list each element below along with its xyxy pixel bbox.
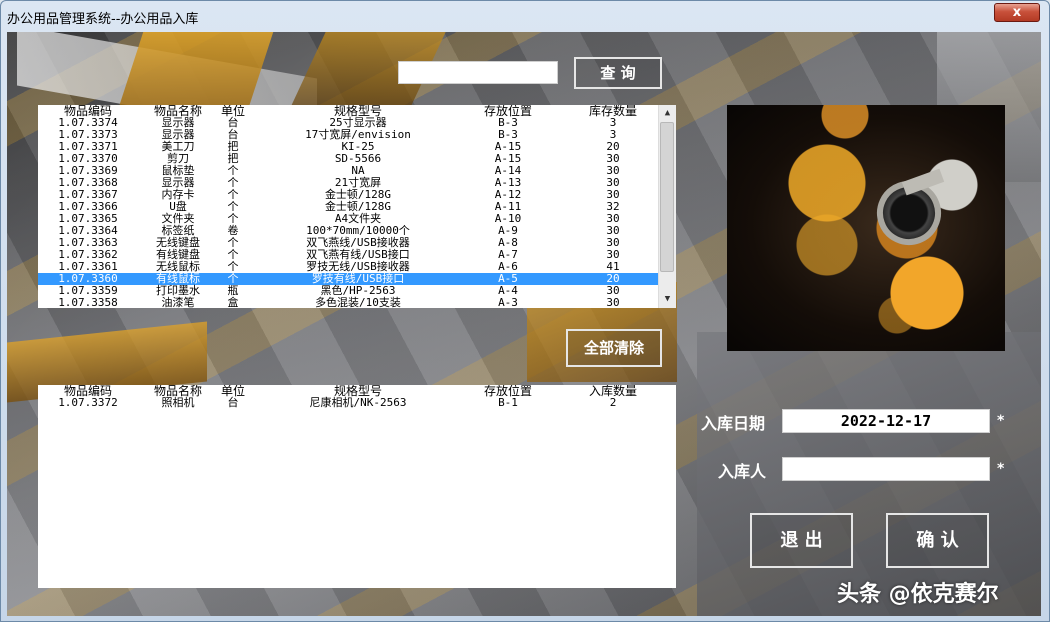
list-item[interactable]: 1.07.3358 油漆笔盒多色混装/10支装 A-3 30 — [38, 296, 658, 309]
entry-listbox[interactable]: 物品编码 物品名称 单位 规格型号 存放位置 入库数量 1.07.3372 照相机台尼康相机/… — [38, 385, 676, 588]
list-item[interactable]: 1.07.3372 照相机台尼康相机/NK-2563 B-1 2 — [38, 397, 676, 409]
inventory-scrollbar[interactable]: ▲ ▼ — [658, 105, 676, 308]
list-cell: B-1 — [498, 396, 518, 409]
scroll-thumb[interactable] — [660, 122, 674, 272]
entry-date-label: 入库日期 — [701, 414, 766, 433]
date-required-mark: * — [997, 413, 1005, 429]
title-bar[interactable]: 办公用品管理系统--办公用品入库 x — [1, 1, 1049, 31]
list-cell: 盒 — [227, 296, 239, 309]
person-required-mark: * — [997, 461, 1005, 477]
watermark-text: 头条 @依克赛尔 — [837, 582, 999, 607]
close-button[interactable]: x — [994, 3, 1040, 22]
entry-date-field[interactable]: 2022-12-17 — [782, 409, 990, 433]
form-client-area: 查 询 物品编码 物品名称 单位 规格型号 存放位置 库存数量 1.07.3374 显示器台 2… — [7, 32, 1041, 616]
list-cell: 30 — [606, 296, 620, 309]
search-button[interactable]: 查 询 — [574, 57, 662, 89]
list-cell: 1.07.3358 — [58, 296, 118, 309]
list-cell: A-3 — [498, 296, 518, 309]
confirm-button[interactable]: 确 认 — [886, 513, 989, 568]
exit-button[interactable]: 退 出 — [750, 513, 853, 568]
list-cell: 尼康相机/NK-2563 — [309, 396, 407, 409]
camera-photo — [727, 105, 1005, 351]
list-cell: 2 — [609, 396, 617, 409]
window-title: 办公用品管理系统--办公用品入库 — [7, 12, 199, 27]
scroll-down-icon[interactable]: ▼ — [659, 291, 676, 308]
list-cell: 1.07.3372 — [58, 396, 118, 409]
list-cell: 台 — [227, 396, 239, 409]
search-input[interactable] — [398, 61, 558, 84]
inventory-listbox[interactable]: 物品编码 物品名称 单位 规格型号 存放位置 库存数量 1.07.3374 显示器台 25寸显示… — [38, 105, 676, 308]
clear-all-button[interactable]: 全部清除 — [566, 329, 662, 367]
app-window: 办公用品管理系统--办公用品入库 x 查 询 物品编码 物品名称 单位 规格型号 存放位… — [0, 0, 1050, 622]
scroll-up-icon[interactable]: ▲ — [659, 105, 676, 122]
list-item[interactable]: 1.07.3370 剪刀把 SD-5566 A-15 30 — [38, 153, 658, 165]
list-cell: 多色混装/10支装 — [315, 296, 401, 309]
entry-person-label: 入库人 — [718, 462, 767, 481]
entry-person-field[interactable] — [782, 457, 990, 481]
close-icon: x — [1012, 5, 1022, 20]
